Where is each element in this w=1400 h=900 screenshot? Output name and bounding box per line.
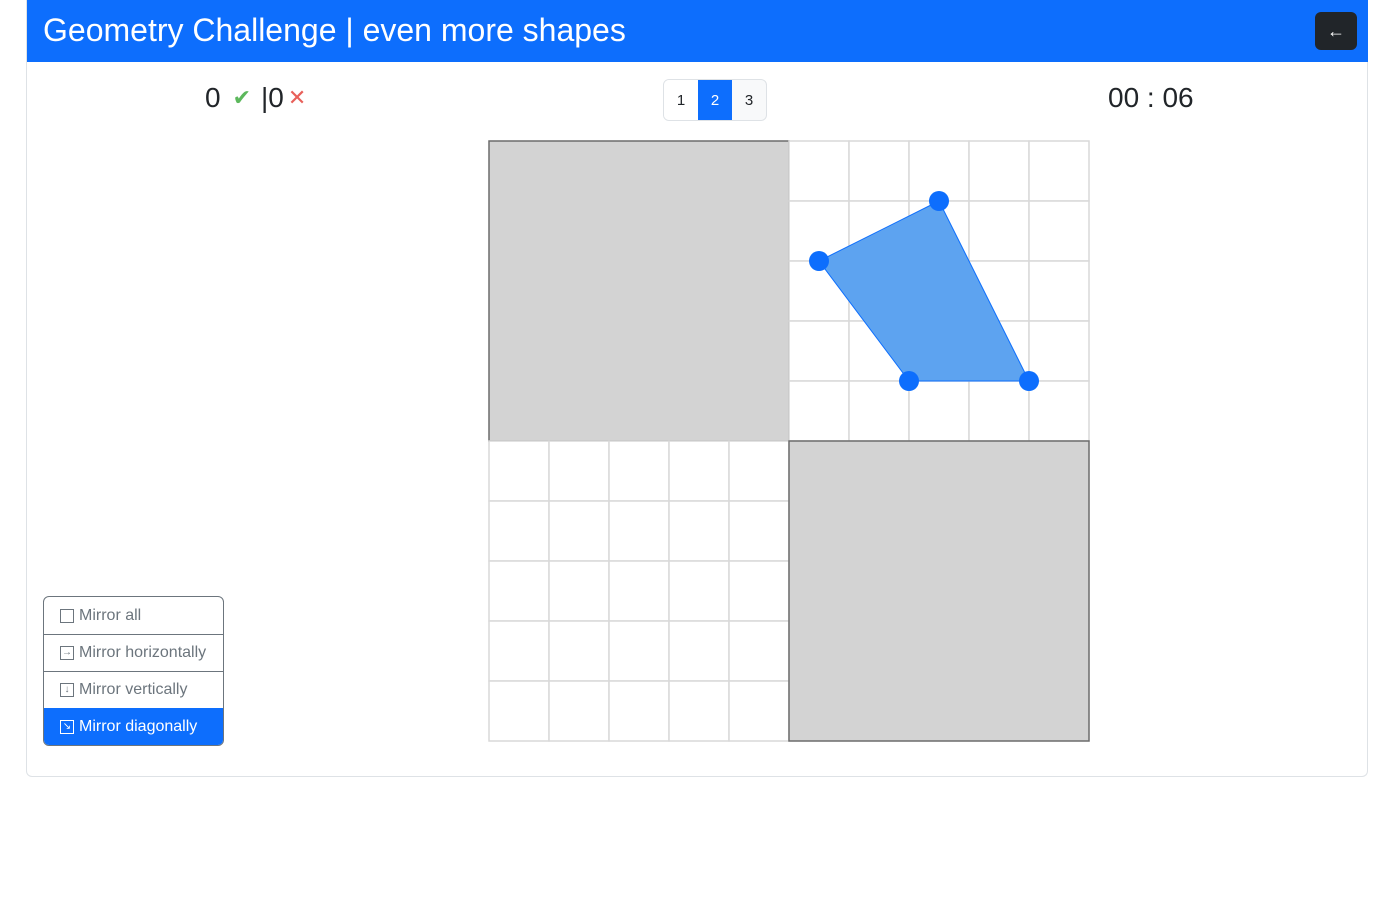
grid-cell: [488, 560, 550, 622]
vertex-handle[interactable]: [899, 371, 919, 391]
score-separator: |: [261, 82, 269, 113]
mirror-horizontally-label: Mirror horizontally: [79, 644, 207, 661]
grid-cell: [968, 200, 1030, 262]
grid-cell: [788, 380, 850, 442]
grid-cell: [668, 620, 730, 682]
grid-cell: [548, 620, 610, 682]
shaded-quadrant-top-left: [488, 140, 790, 442]
mirror-horizontally-option[interactable]: → Mirror horizontally: [44, 634, 223, 671]
grid-cell: [788, 140, 850, 202]
correct-count: 0: [205, 82, 221, 113]
grid-cell: [668, 500, 730, 562]
mirror-diagonally-label: Mirror diagonally: [79, 718, 198, 735]
vertex-handle[interactable]: [809, 251, 829, 271]
grid-cell: [488, 440, 550, 502]
back-button[interactable]: ←: [1315, 12, 1357, 50]
mirror-diagonally-option[interactable]: ↘ Mirror diagonally: [44, 708, 223, 745]
mirror-board[interactable]: [488, 140, 1090, 742]
header-bar: Geometry Challenge | even more shapes ←: [27, 0, 1368, 62]
grid-cell: [548, 440, 610, 502]
grid-cell: [608, 440, 670, 502]
grid-cell: [908, 380, 970, 442]
vertex-handle[interactable]: [929, 191, 949, 211]
score-display: 0 ✔ | 0 ✕: [205, 80, 306, 116]
arrow-down-box-icon: ↓: [60, 683, 74, 697]
grid-cell: [728, 500, 790, 562]
grid-cell: [548, 680, 610, 742]
grid-cell: [548, 500, 610, 562]
arrow-right-box-icon: →: [60, 646, 74, 660]
page-button-2[interactable]: 2: [698, 80, 732, 120]
grid-cell: [848, 140, 910, 202]
grid-cell: [728, 680, 790, 742]
mirror-options: Mirror all → Mirror horizontally ↓ Mirro…: [43, 596, 224, 746]
grid-cell: [608, 620, 670, 682]
grid-cell: [548, 560, 610, 622]
grid-cell: [968, 140, 1030, 202]
grid-cell: [1028, 140, 1090, 202]
arrow-left-icon: ←: [1327, 20, 1345, 41]
vertex-handle[interactable]: [1019, 371, 1039, 391]
grid-cell: [608, 560, 670, 622]
page-title: Geometry Challenge | even more shapes: [43, 12, 626, 48]
mirror-vertically-label: Mirror vertically: [79, 681, 188, 698]
level-pager: 1 2 3: [663, 79, 767, 121]
grid-cell: [848, 380, 910, 442]
grid-cell: [1028, 380, 1090, 442]
grid-cell: [1028, 320, 1090, 382]
grid-cell: [968, 380, 1030, 442]
mirror-all-label: Mirror all: [79, 606, 142, 624]
timer: 00 : 06: [1108, 82, 1194, 113]
page-button-3[interactable]: 3: [732, 80, 766, 120]
grid-cell: [668, 440, 730, 502]
checkbox-icon: [60, 608, 74, 623]
grid-cell: [488, 500, 550, 562]
grid-cell: [728, 560, 790, 622]
grid-cell: [668, 560, 730, 622]
check-icon: ✔: [232, 85, 252, 110]
grid-cell: [728, 620, 790, 682]
grid-cell: [1028, 200, 1090, 262]
page-button-1[interactable]: 1: [664, 80, 698, 120]
grid-cell: [1028, 260, 1090, 322]
grid-cell: [488, 620, 550, 682]
grid-cell: [608, 500, 670, 562]
grid-cell: [728, 440, 790, 502]
grid-cell: [488, 680, 550, 742]
mirror-all-option[interactable]: Mirror all: [44, 597, 223, 634]
arrow-diagonal-box-icon: ↘: [60, 720, 74, 734]
mirror-vertically-option[interactable]: ↓ Mirror vertically: [44, 671, 223, 708]
wrong-count: 0: [268, 82, 284, 113]
grid-cell: [668, 680, 730, 742]
shaded-quadrant-bottom-right: [788, 440, 1090, 742]
grid-cell: [788, 320, 850, 382]
grid-cell: [608, 680, 670, 742]
cross-icon: ✕: [287, 85, 307, 110]
